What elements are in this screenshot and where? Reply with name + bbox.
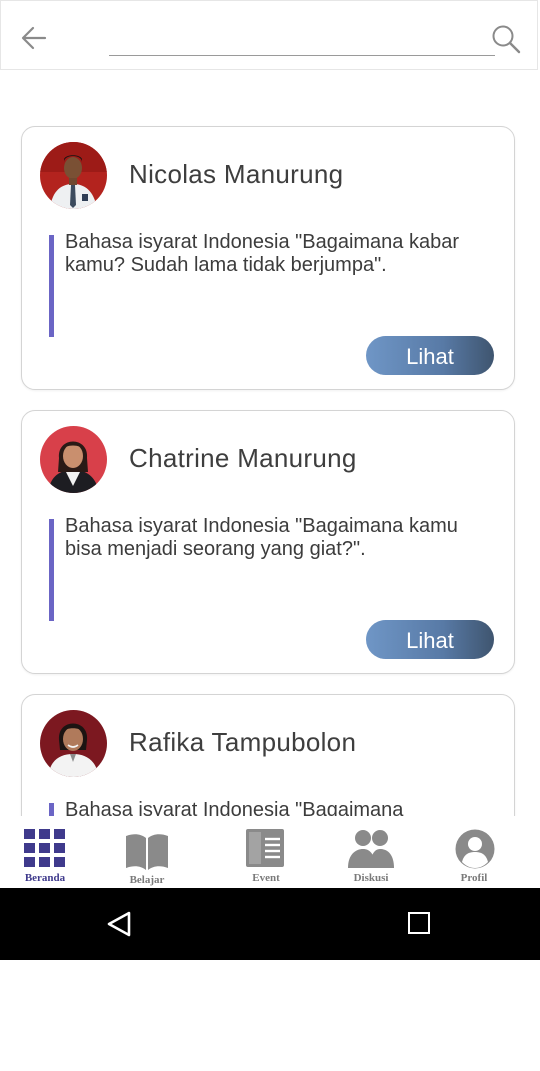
people-icon	[348, 830, 394, 868]
nav-belajar[interactable]: Belajar	[118, 816, 176, 888]
quote-accent-bar	[49, 235, 54, 337]
back-button[interactable]	[19, 23, 49, 53]
lihat-button[interactable]: Lihat	[366, 336, 494, 375]
lihat-button[interactable]: Lihat	[366, 620, 494, 659]
author-name: Chatrine Manurung	[129, 443, 357, 473]
nav-label: Profil	[460, 872, 488, 884]
nav-label: Diskusi	[353, 872, 389, 884]
search-icon	[492, 25, 521, 54]
search-input[interactable]	[109, 19, 495, 56]
user-circle-icon	[455, 829, 495, 869]
nav-beranda[interactable]: Beranda	[16, 816, 74, 888]
post-card: Chatrine Manurung Bahasa isyarat Indones…	[21, 410, 515, 674]
arrow-left-icon	[21, 26, 47, 50]
top-app-bar	[0, 0, 538, 70]
post-card: Rafika Tampubolon Bahasa isyarat Indones…	[21, 694, 515, 816]
bottom-navigation: Beranda Belajar Event Diskusi Profil	[0, 816, 540, 888]
system-navigation-bar	[0, 888, 540, 960]
nav-label: Event	[252, 872, 280, 884]
book-icon	[126, 834, 168, 870]
search-button[interactable]	[490, 23, 522, 55]
quote-accent-bar	[49, 803, 54, 816]
system-recents-icon[interactable]	[408, 912, 430, 934]
post-text: Bahasa isyarat Indonesia "Bagaimana	[65, 799, 404, 816]
post-feed[interactable]: Nicolas Manurung Bahasa isyarat Indonesi…	[0, 71, 540, 816]
author-name: Rafika Tampubolon	[129, 727, 357, 757]
author-name: Nicolas Manurung	[129, 159, 344, 189]
document-icon	[246, 829, 284, 867]
grid-icon	[24, 829, 65, 867]
quote-accent-bar	[49, 519, 54, 621]
avatar	[40, 142, 107, 209]
post-text: Bahasa isyarat Indonesia "Bagaimana kaba…	[65, 231, 460, 276]
nav-event[interactable]: Event	[236, 816, 296, 888]
system-back-icon[interactable]	[105, 910, 135, 938]
avatar	[40, 710, 107, 777]
nav-diskusi[interactable]: Diskusi	[342, 816, 400, 888]
nav-label: Belajar	[129, 874, 165, 886]
post-text: Bahasa isyarat Indonesia "Bagaimana kamu…	[65, 515, 458, 560]
post-card: Nicolas Manurung Bahasa isyarat Indonesi…	[21, 126, 515, 390]
nav-profil[interactable]: Profil	[446, 816, 502, 888]
avatar	[40, 426, 107, 493]
nav-label: Beranda	[24, 872, 66, 884]
